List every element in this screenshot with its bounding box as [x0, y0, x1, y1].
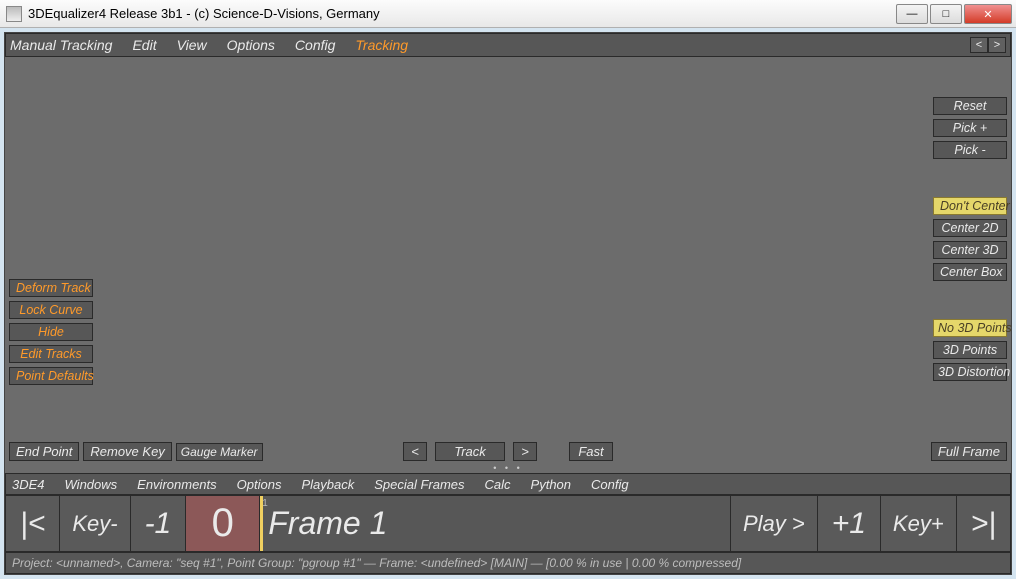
menu2-calc[interactable]: Calc: [485, 477, 511, 492]
reset-button[interactable]: Reset: [933, 97, 1007, 115]
go-first-button[interactable]: |<: [6, 496, 60, 551]
transport-bar: |< Key- -1 0 1 Frame 1 Play > +1 Key+ >|: [5, 495, 1011, 552]
track-button[interactable]: Track: [435, 442, 505, 461]
key-plus-button[interactable]: Key+: [881, 496, 957, 551]
app-shell: Manual Tracking Edit View Options Config…: [4, 32, 1012, 575]
play-button[interactable]: Play >: [731, 496, 818, 551]
app-window: 3DEqualizer4 Release 3b1 - (c) Science-D…: [0, 0, 1016, 579]
minimize-button[interactable]: —: [896, 4, 928, 24]
menu-edit[interactable]: Edit: [132, 37, 156, 53]
menu2-python[interactable]: Python: [531, 477, 571, 492]
edit-tracks-button[interactable]: Edit Tracks: [9, 345, 93, 363]
track-prev-button[interactable]: <: [403, 442, 427, 461]
deform-track-button[interactable]: Deform Track: [9, 279, 93, 297]
frame-zero-button[interactable]: 0: [186, 496, 260, 551]
app-icon: [6, 6, 22, 22]
remove-key-button[interactable]: Remove Key: [83, 442, 171, 461]
frame-label: Frame 1: [268, 505, 387, 542]
left-toolbar: Deform Track Lock Curve Hide Edit Tracks…: [9, 279, 93, 385]
window-controls: — □ ✕: [896, 3, 1016, 24]
menu2-options[interactable]: Options: [237, 477, 282, 492]
menu-manual-tracking[interactable]: Manual Tracking: [10, 37, 112, 53]
menu2-playback[interactable]: Playback: [301, 477, 354, 492]
hide-button[interactable]: Hide: [9, 323, 93, 341]
timeline-tick: 1: [262, 498, 268, 509]
dont-center-button[interactable]: Don't Center: [933, 197, 1007, 215]
right-toolbar-center: Don't Center Center 2D Center 3D Center …: [933, 197, 1007, 281]
frame-plus1-button[interactable]: +1: [818, 496, 881, 551]
nav-next-button[interactable]: >: [988, 37, 1006, 53]
lock-curve-button[interactable]: Lock Curve: [9, 301, 93, 319]
bottom-menubar: 3DE4 Windows Environments Options Playba…: [5, 473, 1011, 495]
bottom-toolbar: End Point Remove Key Gauge Marker < Trac…: [9, 442, 1007, 461]
panel-drag-handle[interactable]: • • •: [5, 465, 1011, 473]
fast-button[interactable]: Fast: [569, 442, 613, 461]
window-title: 3DEqualizer4 Release 3b1 - (c) Science-D…: [28, 6, 380, 21]
menu-tracking[interactable]: Tracking: [355, 37, 408, 53]
right-toolbar-3d: No 3D Points 3D Points 3D Distortion: [933, 319, 1007, 381]
status-bar: Project: <unnamed>, Camera: "seq #1", Po…: [5, 552, 1011, 574]
track-next-button[interactable]: >: [513, 442, 537, 461]
menu2-config[interactable]: Config: [591, 477, 629, 492]
center-2d-button[interactable]: Center 2D: [933, 219, 1007, 237]
titlebar[interactable]: 3DEqualizer4 Release 3b1 - (c) Science-D…: [0, 0, 1016, 28]
end-point-button[interactable]: End Point: [9, 442, 79, 461]
full-frame-button[interactable]: Full Frame: [931, 442, 1007, 461]
menu-options[interactable]: Options: [227, 37, 275, 53]
3d-points-button[interactable]: 3D Points: [933, 341, 1007, 359]
3d-distortion-button[interactable]: 3D Distortion: [933, 363, 1007, 381]
menu2-special-frames[interactable]: Special Frames: [374, 477, 464, 492]
pick-minus-button[interactable]: Pick -: [933, 141, 1007, 159]
gauge-marker-button[interactable]: Gauge Marker: [176, 443, 263, 461]
menu-view[interactable]: View: [177, 37, 207, 53]
center-3d-button[interactable]: Center 3D: [933, 241, 1007, 259]
no-3d-points-button[interactable]: No 3D Points: [933, 319, 1007, 337]
point-defaults-button[interactable]: Point Defaults: [9, 367, 93, 385]
status-text: Project: <unnamed>, Camera: "seq #1", Po…: [12, 556, 741, 570]
top-menubar: Manual Tracking Edit View Options Config…: [5, 33, 1011, 57]
key-minus-button[interactable]: Key-: [60, 496, 130, 551]
center-box-button[interactable]: Center Box: [933, 263, 1007, 281]
menu2-3de4[interactable]: 3DE4: [12, 477, 45, 492]
go-last-button[interactable]: >|: [957, 496, 1010, 551]
menu-config[interactable]: Config: [295, 37, 335, 53]
right-toolbar-pick: Reset Pick + Pick -: [933, 97, 1007, 159]
viewport[interactable]: Deform Track Lock Curve Hide Edit Tracks…: [5, 57, 1011, 465]
menu2-environments[interactable]: Environments: [137, 477, 216, 492]
menu2-windows[interactable]: Windows: [65, 477, 118, 492]
pick-plus-button[interactable]: Pick +: [933, 119, 1007, 137]
nav-prev-button[interactable]: <: [970, 37, 988, 53]
timeline[interactable]: 1 Frame 1: [260, 496, 731, 551]
close-button[interactable]: ✕: [964, 4, 1012, 24]
frame-minus1-button[interactable]: -1: [131, 496, 187, 551]
maximize-button[interactable]: □: [930, 4, 962, 24]
